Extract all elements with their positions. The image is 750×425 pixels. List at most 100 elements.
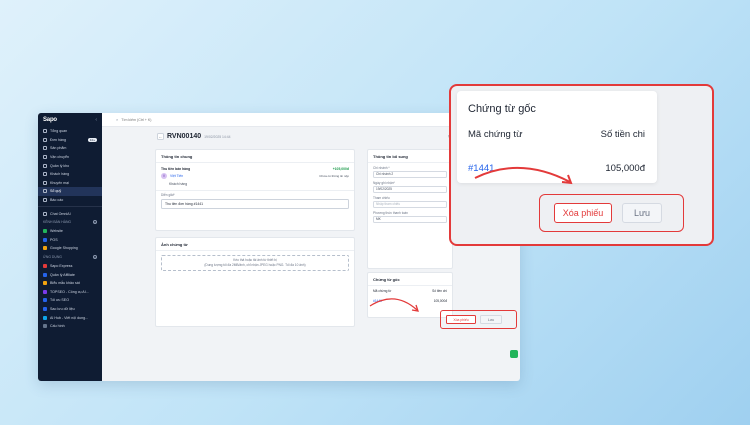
app-label: Sao lưu dữ liệu	[50, 306, 75, 311]
upload-dropzone[interactable]: Kéo thả hoặc tải ảnh từ thiết bị (Dung l…	[161, 254, 349, 271]
branch-select[interactable]: Chi nhánh 2	[373, 170, 447, 178]
app-item[interactable]: Cấu hình	[38, 322, 102, 331]
ref-input[interactable]: Nhập tham chiếu	[373, 200, 447, 208]
col-doc-header: Mã chứng từ	[373, 288, 392, 293]
zoom-callout: Chứng từ gốc Mã chứng từ Số tiền chi #14…	[449, 84, 714, 246]
channel-icon	[43, 246, 47, 251]
status-text: Chưa có thông tin nộp	[319, 173, 349, 178]
method-label: Phương thức thanh toán	[373, 210, 408, 215]
collapse-icon[interactable]: ‹	[95, 117, 97, 123]
doc-code-link[interactable]: #1441	[468, 163, 494, 174]
app-item[interactable]: Quản lý Affiliate	[38, 270, 102, 279]
app-item[interactable]: Sao lưu dữ liệu	[38, 305, 102, 314]
page-title: RVN00140	[167, 133, 202, 140]
channel-item[interactable]: POS	[38, 236, 102, 245]
menu-icon	[43, 137, 47, 142]
sidebar-item[interactable]: Sản phẩm	[38, 144, 102, 153]
branch-label: Chi nhánh *	[373, 165, 390, 170]
sidebar-item[interactable]: Tổng quan	[38, 127, 102, 136]
sidebar-item[interactable]: Báo cáo	[38, 196, 102, 205]
income-label: Thu tiền bán hàng	[161, 166, 191, 171]
doc-code-link[interactable]: #1441	[373, 299, 382, 303]
table-header: Mã chứng từ Số tiền chi	[368, 289, 452, 293]
card-title: Thông tin bổ sung	[373, 154, 408, 159]
back-button[interactable]: ←	[157, 133, 164, 140]
sales-channels-header: KÊNH BÁN HÀNG +	[38, 218, 102, 227]
app-label: TOPSEO - Công cụ AI...	[50, 289, 89, 294]
divider	[156, 162, 354, 163]
delete-button[interactable]: Xóa phiếu	[446, 315, 476, 324]
app-item[interactable]: Biểu mẫu khảo sát	[38, 279, 102, 288]
app-icon	[43, 272, 47, 277]
divider	[368, 285, 452, 286]
app-label: Tối ưu SEO	[50, 298, 69, 303]
card-title: Chứng từ gốc	[468, 103, 536, 115]
sidebar-item[interactable]: Đơn hàng 10+	[38, 136, 102, 145]
sidebar-item[interactable]: Vận chuyển	[38, 153, 102, 162]
sidebar: Sapo ‹ Tổng quan Đơn hàng 10+ Sản phẩm Vận c…	[38, 113, 102, 381]
customer-row: Khách hàng	[156, 182, 354, 186]
section-title: KÊNH BÁN HÀNG	[43, 220, 72, 225]
apps-header: ỨNG DỤNG +	[38, 253, 102, 262]
drop-text: Kéo thả hoặc tải ảnh từ thiết bị	[233, 258, 277, 262]
save-button[interactable]: Lưu	[480, 315, 502, 324]
search-icon: ⌕	[116, 117, 119, 122]
menu-icon	[43, 163, 47, 168]
app-item[interactable]: TOPSEO - Công cụ AI...	[38, 288, 102, 297]
app-item[interactable]: Sapo Express	[38, 262, 102, 271]
sidebar-item[interactable]: Khuyến mại	[38, 179, 102, 188]
app-label: Cấu hình	[50, 324, 65, 329]
search-input[interactable]	[121, 117, 242, 122]
table-row: #1441 105,000đ	[368, 299, 452, 303]
note-label: Diễn giải*	[161, 193, 175, 197]
channel-list: Website POS Google Shopping	[38, 227, 102, 253]
channel-icon	[43, 229, 47, 234]
app-label: Biểu mẫu khảo sát	[50, 281, 80, 286]
channel-label: POS	[50, 237, 58, 242]
add-app-icon[interactable]: +	[93, 255, 97, 260]
app-item[interactable]: AI Hub - Viết nội dung...	[38, 313, 102, 322]
app-label: Sapo Express	[50, 264, 73, 269]
sidebar-item[interactable]: Khách hàng	[38, 170, 102, 179]
menu-icon	[43, 146, 47, 151]
method-select[interactable]: MK	[373, 215, 447, 223]
avatar: V	[161, 172, 167, 179]
channel-item[interactable]: Website	[38, 227, 102, 236]
sidebar-item-label: Khuyến mại	[50, 180, 69, 185]
divider	[38, 206, 102, 208]
channel-item[interactable]: Google Shopping	[38, 244, 102, 253]
income-amount: +105,000đ	[332, 166, 349, 171]
sidebar-item-label: Vận chuyển	[50, 155, 69, 160]
app-label: Quản lý Affiliate	[50, 272, 75, 277]
save-button[interactable]: Lưu	[622, 203, 662, 223]
delete-button[interactable]: Xóa phiếu	[554, 203, 612, 223]
app-item[interactable]: Tối ưu SEO	[38, 296, 102, 305]
app-icon	[43, 315, 47, 320]
app-label: AI Hub - Viết nội dung...	[50, 315, 89, 320]
add-channel-icon[interactable]: +	[93, 220, 97, 225]
menu-icon	[43, 155, 47, 160]
menu-icon	[43, 180, 47, 185]
divider	[156, 250, 354, 251]
app-icon	[43, 281, 47, 286]
user-link[interactable]: Việt Tiến	[170, 174, 183, 178]
card-title: Thông tin chung	[161, 154, 193, 159]
sidebar-item-label: Đơn hàng	[50, 137, 66, 142]
menu-icon	[43, 129, 47, 134]
col-amount-header: Số tiền chi	[432, 288, 447, 293]
app-window: Sapo ‹ Tổng quan Đơn hàng 10+ Sản phẩm Vận c…	[38, 113, 520, 381]
order-date: 19/02/2025 14:44	[204, 134, 231, 139]
menu-icon	[43, 189, 47, 194]
note-input[interactable]: Thu tiền đơn hàng #1441	[161, 199, 349, 209]
date-field[interactable]: 19/02/2025	[373, 185, 447, 193]
sidebar-item-omni[interactable]: Chat OmniAI	[38, 209, 102, 218]
channel-label: Website	[50, 229, 63, 234]
general-info-card: Thông tin chung Thu tiền bán hàng +105,0…	[155, 149, 355, 231]
extra-info-card: Thông tin bổ sung Chi nhánh * Chi nhánh …	[367, 149, 453, 269]
sidebar-item[interactable]: Sổ quỹ	[38, 187, 102, 196]
drop-hint: (Dung lượng tối đa 2MB/ảnh, chỉ nhận JPE…	[204, 263, 306, 267]
chat-widget-icon[interactable]	[510, 350, 518, 358]
sidebar-item[interactable]: Quản lý kho	[38, 161, 102, 170]
action-highlight: Xóa phiếu Lưu	[539, 194, 684, 232]
app-icon	[43, 289, 47, 294]
